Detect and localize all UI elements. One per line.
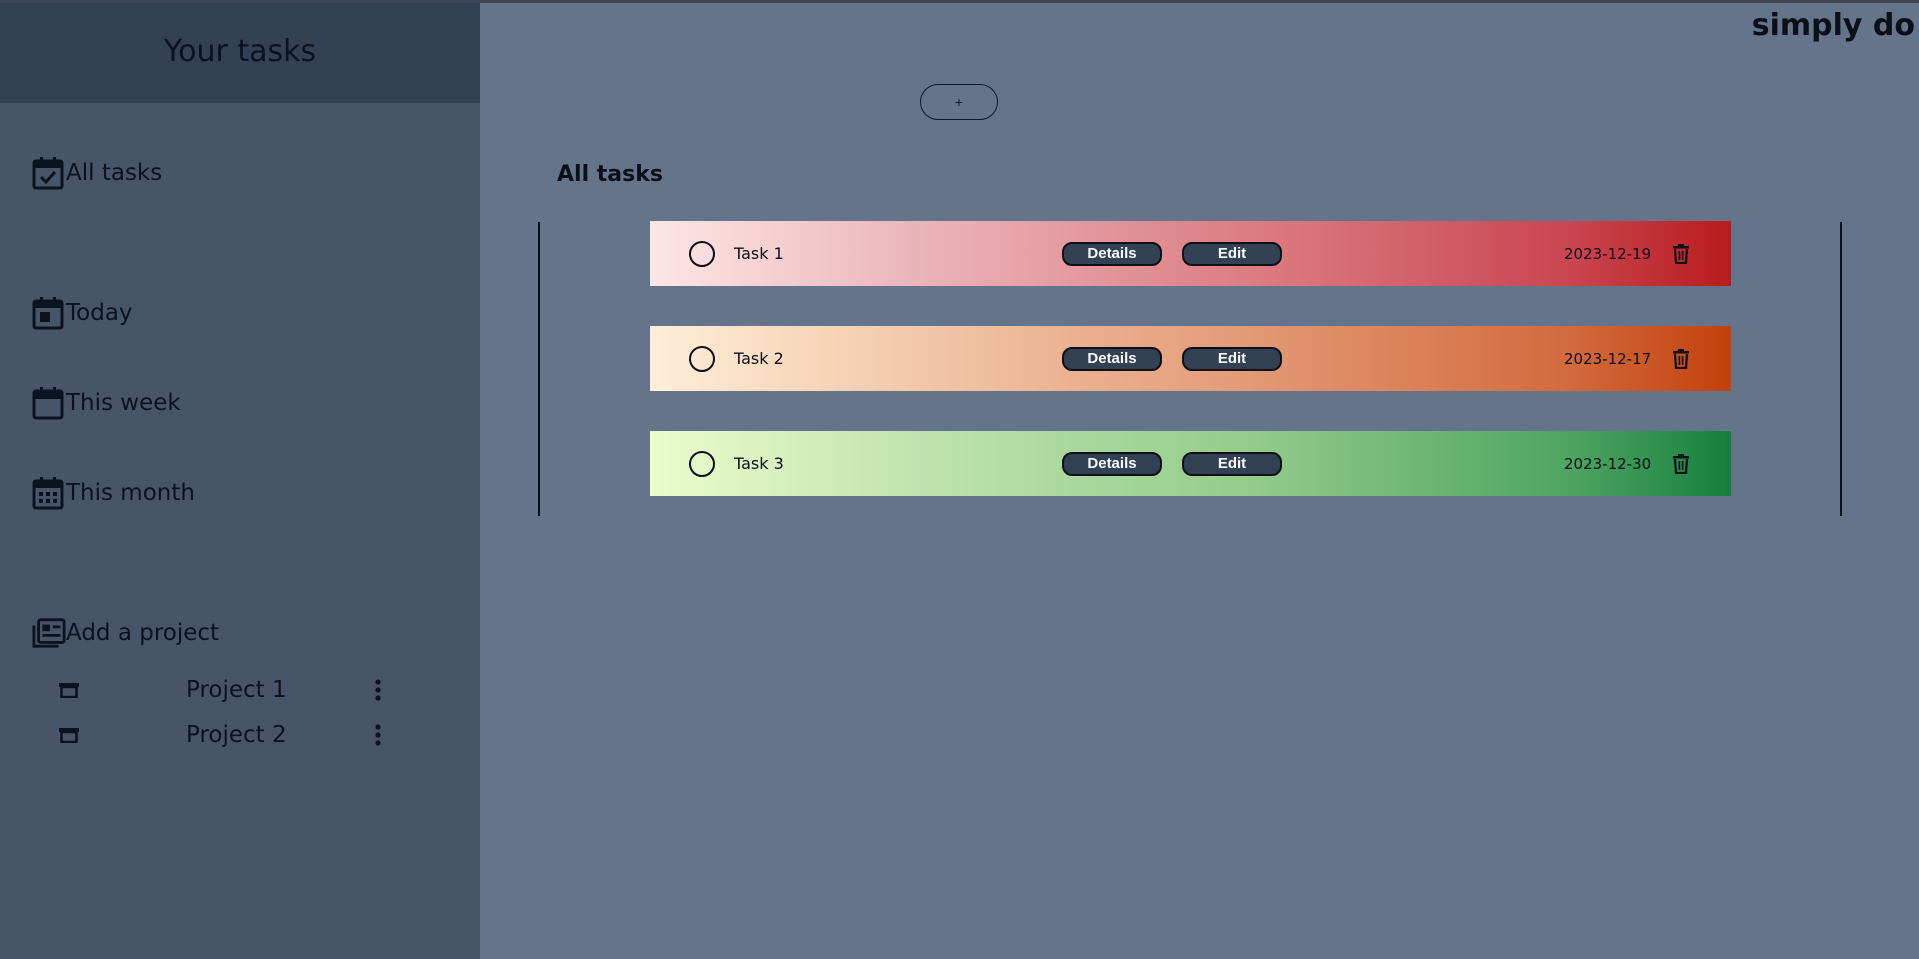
edit-button[interactable]: Edit [1182,241,1282,266]
sidebar: Your tasks All tasks Today This week Thi… [0,3,480,959]
calendar-check-icon [32,155,66,191]
task-due-date: 2023-12-17 [1564,349,1652,368]
nav-this-month[interactable]: This month [32,473,195,513]
sidebar-header: Your tasks [0,3,480,103]
trash-icon[interactable] [1670,452,1692,476]
trash-icon[interactable] [1670,347,1692,371]
page-title: All tasks [557,162,663,187]
task-complete-checkbox[interactable] [689,345,715,372]
task-row: Task 1 Details Edit 2023-12-19 [650,221,1731,286]
kebab-menu-icon[interactable] [366,675,390,705]
task-name: Task 1 [734,244,784,263]
nav-today[interactable]: Today [32,293,133,333]
nav-all-tasks[interactable]: All tasks [32,153,162,193]
calendar-week-icon [32,385,66,421]
nav-label-this-month: This month [66,480,195,506]
add-project-button[interactable]: Add a project [32,613,219,653]
add-project-label: Add a project [66,620,220,646]
task-name: Task 3 [734,454,784,473]
nav-label-this-week: This week [66,390,181,416]
project-item-2[interactable]: Project 2 [52,715,432,755]
task-complete-checkbox[interactable] [689,450,715,477]
task-row: Task 2 Details Edit 2023-12-17 [650,326,1731,391]
sidebar-title: Your tasks [163,33,317,69]
edit-button[interactable]: Edit [1182,451,1282,476]
task-row: Task 3 Details Edit 2023-12-30 [650,431,1731,496]
project-item-1[interactable]: Project 1 [52,670,432,710]
calendar-month-icon [32,475,66,511]
calendar-today-icon [32,295,66,331]
newspaper-icon [32,615,66,651]
edit-button[interactable]: Edit [1182,346,1282,371]
archive-icon [52,675,86,705]
trash-icon[interactable] [1670,242,1692,266]
archive-icon [52,720,86,750]
nav-label-all-tasks: All tasks [66,160,163,186]
task-due-date: 2023-12-30 [1564,454,1652,473]
app-brand: simply do [1751,8,1915,43]
details-button[interactable]: Details [1062,451,1162,476]
details-button[interactable]: Details [1062,241,1162,266]
details-button[interactable]: Details [1062,346,1162,371]
task-complete-checkbox[interactable] [689,240,715,267]
nav-this-week[interactable]: This week [32,383,181,423]
kebab-menu-icon[interactable] [366,720,390,750]
task-list-right-border [1840,222,1842,516]
project-label-1: Project 1 [186,677,287,703]
nav-label-today: Today [66,300,133,326]
task-due-date: 2023-12-19 [1564,244,1652,263]
project-label-2: Project 2 [186,722,287,748]
task-list-left-border [538,222,540,516]
add-task-button[interactable]: + [920,84,998,120]
task-name: Task 2 [734,349,784,368]
